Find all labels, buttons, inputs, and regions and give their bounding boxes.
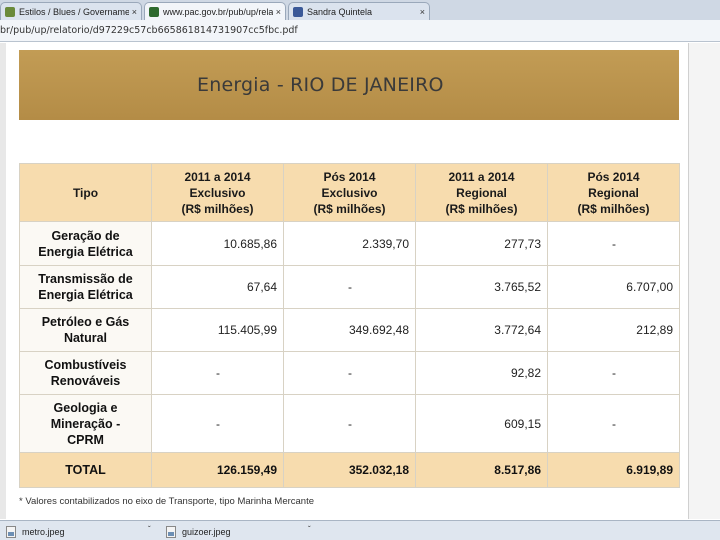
header-line: Pós 2014 bbox=[587, 169, 640, 184]
chevron-down-icon[interactable]: ˇ bbox=[148, 525, 151, 534]
site-favicon-icon bbox=[5, 6, 15, 17]
table-cell: 92,82 bbox=[415, 351, 548, 395]
footnote: * Valores contabilizados no eixo de Tran… bbox=[19, 496, 315, 507]
type-line: Petróleo e Gás bbox=[41, 315, 130, 329]
table-cell: - bbox=[283, 265, 416, 309]
download-filename: guizoer.jpeg bbox=[182, 526, 231, 537]
tab-title: Sandra Quintela bbox=[307, 6, 373, 17]
type-line: Geologia e bbox=[53, 400, 118, 415]
table-total-row: TOTAL 126.159,49 352.032,18 8.517,86 6.9… bbox=[19, 452, 680, 488]
table-row: Geologia e Mineração - CPRM - - 609,15 - bbox=[19, 394, 680, 453]
browser-tab[interactable]: Sandra Quintela × bbox=[288, 2, 430, 20]
image-file-icon bbox=[6, 525, 16, 538]
table-cell: - bbox=[151, 351, 284, 395]
investment-table: Tipo 2011 a 2014 Exclusivo (R$ milhões) … bbox=[19, 163, 680, 488]
total-cell: 8.517,86 bbox=[415, 452, 548, 488]
total-label: TOTAL bbox=[19, 452, 152, 488]
header-line: (R$ milhões) bbox=[181, 201, 254, 216]
row-type: Geração de Energia Elétrica bbox=[19, 221, 152, 266]
downloads-bar: metro.jpeg ˇ guizoer.jpeg ˇ bbox=[0, 520, 720, 540]
table-cell: - bbox=[151, 394, 284, 453]
header-line: (R$ milhões) bbox=[313, 201, 386, 216]
header-col: Pós 2014 Regional (R$ milhões) bbox=[547, 163, 680, 222]
row-type: Geologia e Mineração - CPRM bbox=[19, 394, 152, 453]
row-type: Combustíveis Renováveis bbox=[19, 351, 152, 395]
page-left-margin bbox=[0, 43, 6, 519]
table-row: Geração de Energia Elétrica 10.685,86 2.… bbox=[19, 221, 680, 266]
table-cell: 277,73 bbox=[415, 221, 548, 266]
table-row: Transmissão de Energia Elétrica 67,64 - … bbox=[19, 265, 680, 309]
table-cell: 67,64 bbox=[151, 265, 284, 309]
table-cell: 3.772,64 bbox=[415, 308, 548, 352]
type-line: Energia Elétrica bbox=[38, 244, 133, 259]
total-cell: 6.919,89 bbox=[547, 452, 680, 488]
download-item[interactable]: guizoer.jpeg ˇ bbox=[166, 524, 316, 539]
url-field[interactable]: br/pub/up/relatorio/d97229c57cb665861814… bbox=[0, 23, 720, 38]
viewer-right-gutter bbox=[688, 43, 720, 519]
table-header-row: Tipo 2011 a 2014 Exclusivo (R$ milhões) … bbox=[19, 163, 680, 222]
header-line: Exclusivo bbox=[189, 185, 246, 200]
total-cell: 126.159,49 bbox=[151, 452, 284, 488]
total-cell: 352.032,18 bbox=[283, 452, 416, 488]
browser-tab-strip: Estilos / Blues / Governamental × www.pa… bbox=[0, 0, 720, 20]
table-cell: 115.405,99 bbox=[151, 308, 284, 352]
facebook-icon bbox=[293, 6, 303, 17]
type-line: Renováveis bbox=[50, 374, 121, 388]
header-line: Pós 2014 bbox=[323, 169, 376, 184]
tab-title: www.pac.gov.br/pub/up/relatorio bbox=[163, 6, 273, 17]
type-line: Combustíveis bbox=[44, 358, 127, 372]
browser-tab[interactable]: Estilos / Blues / Governamental × bbox=[0, 2, 142, 20]
header-tipo: Tipo bbox=[19, 163, 152, 222]
table-cell: 212,89 bbox=[547, 308, 680, 352]
row-type: Transmissão de Energia Elétrica bbox=[19, 265, 152, 309]
page-title: Energia - RIO DE JANEIRO bbox=[197, 74, 444, 96]
header-col: Pós 2014 Exclusivo (R$ milhões) bbox=[283, 163, 416, 222]
table-cell: - bbox=[283, 394, 416, 453]
type-line: Transmissão de bbox=[38, 272, 133, 286]
table-cell: - bbox=[547, 351, 680, 395]
address-bar: br/pub/up/relatorio/d97229c57cb665861814… bbox=[0, 20, 720, 42]
row-type: Petróleo e Gás Natural bbox=[19, 308, 152, 352]
type-line: Natural bbox=[63, 331, 108, 345]
header-col: 2011 a 2014 Exclusivo (R$ milhões) bbox=[151, 163, 284, 222]
type-line: CPRM bbox=[67, 432, 104, 447]
table-cell: - bbox=[547, 221, 680, 266]
close-icon[interactable]: × bbox=[420, 7, 425, 17]
table-cell: 10.685,86 bbox=[151, 221, 284, 266]
download-filename: metro.jpeg bbox=[22, 526, 65, 537]
tab-title: Estilos / Blues / Governamental bbox=[19, 6, 129, 17]
type-line: Energia Elétrica bbox=[38, 288, 133, 302]
header-col: 2011 a 2014 Regional (R$ milhões) bbox=[415, 163, 548, 222]
type-line: Mineração - bbox=[50, 416, 121, 431]
image-file-icon bbox=[166, 525, 176, 538]
table-cell: - bbox=[547, 394, 680, 453]
close-icon[interactable]: × bbox=[276, 7, 281, 17]
download-item[interactable]: metro.jpeg ˇ bbox=[6, 524, 156, 539]
browser-tab-active[interactable]: www.pac.gov.br/pub/up/relatorio × bbox=[144, 2, 286, 20]
header-line: Regional bbox=[588, 185, 639, 200]
type-line: Geração de bbox=[51, 228, 120, 243]
header-line: Exclusivo bbox=[321, 185, 378, 200]
table-cell: 349.692,48 bbox=[283, 308, 416, 352]
table-cell: 609,15 bbox=[415, 394, 548, 453]
brazil-flag-icon bbox=[149, 6, 159, 17]
header-line: 2011 a 2014 bbox=[184, 169, 251, 184]
table-cell: 3.765,52 bbox=[415, 265, 548, 309]
table-cell: 2.339,70 bbox=[283, 221, 416, 266]
pdf-viewport[interactable]: Energia - RIO DE JANEIRO Tipo 2011 a 201… bbox=[0, 43, 720, 519]
header-line: (R$ milhões) bbox=[445, 201, 518, 216]
header-line: (R$ milhões) bbox=[577, 201, 650, 216]
table-row: Petróleo e Gás Natural 115.405,99 349.69… bbox=[19, 308, 680, 352]
table-row: Combustíveis Renováveis - - 92,82 - bbox=[19, 351, 680, 395]
header-line: 2011 a 2014 bbox=[448, 169, 515, 184]
title-banner: Energia - RIO DE JANEIRO bbox=[19, 50, 679, 120]
chevron-down-icon[interactable]: ˇ bbox=[308, 525, 311, 534]
table-cell: 6.707,00 bbox=[547, 265, 680, 309]
header-line: Regional bbox=[456, 185, 507, 200]
close-icon[interactable]: × bbox=[132, 7, 137, 17]
header-line: Tipo bbox=[72, 185, 99, 200]
table-cell: - bbox=[283, 351, 416, 395]
